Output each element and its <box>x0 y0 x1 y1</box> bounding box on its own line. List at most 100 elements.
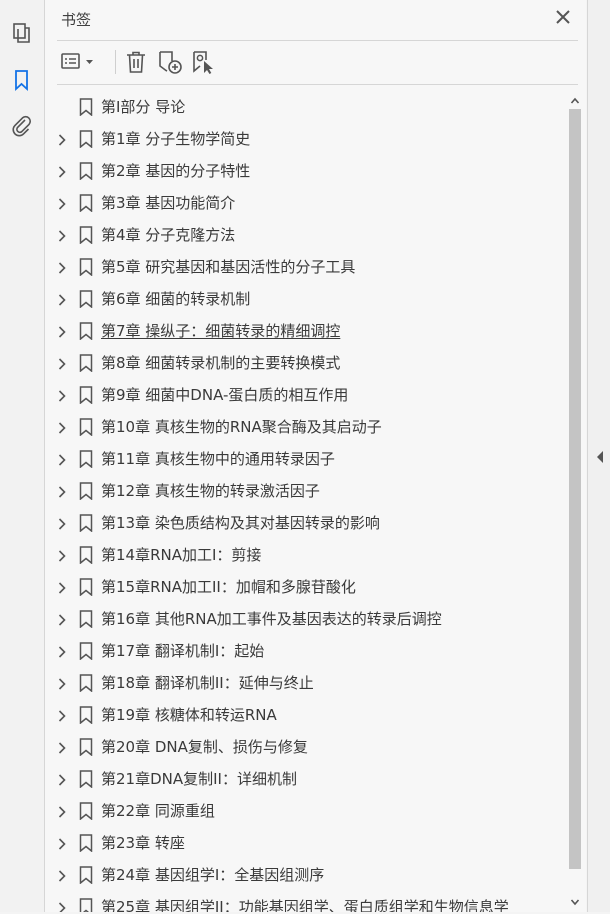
bookmark-item[interactable]: 第18章 翻译机制II：延伸与终止 <box>45 667 565 699</box>
bookmark-icon <box>78 386 94 405</box>
scroll-up-icon[interactable] <box>567 93 583 109</box>
bookmark-item[interactable]: 第23章 转座 <box>45 827 565 859</box>
chevron-right-icon[interactable] <box>55 580 69 594</box>
bookmark-icon <box>78 258 94 277</box>
delete-bookmark-icon[interactable] <box>124 50 148 74</box>
chevron-right-icon[interactable] <box>55 260 69 274</box>
bookmark-label: 第5章 研究基因和基因活性的分子工具 <box>101 258 356 276</box>
bookmark-label: 第25章 基因组学II：功能基因组学、蛋白质组学和生物信息学 <box>101 898 509 912</box>
bookmark-icon <box>78 738 94 757</box>
chevron-right-icon[interactable] <box>55 484 69 498</box>
chevron-right-icon[interactable] <box>55 228 69 242</box>
divider <box>57 40 578 41</box>
bookmarks-icon[interactable] <box>10 68 34 92</box>
bookmark-item[interactable]: 第21章DNA复制II：详细机制 <box>45 763 565 795</box>
bookmark-label: 第12章 真核生物的转录激活因子 <box>101 482 320 500</box>
bookmark-label: 第19章 核糖体和转运RNA <box>101 706 277 724</box>
bookmark-icon <box>78 482 94 501</box>
chevron-right-icon[interactable] <box>55 644 69 658</box>
bookmark-item[interactable]: 第3章 基因功能简介 <box>45 187 565 219</box>
bookmark-label: 第3章 基因功能简介 <box>101 194 236 212</box>
bookmark-item[interactable]: 第12章 真核生物的转录激活因子 <box>45 475 565 507</box>
bookmark-icon <box>78 898 94 912</box>
bookmark-item[interactable]: 第11章 真核生物中的通用转录因子 <box>45 443 565 475</box>
bookmark-item[interactable]: 第9章 细菌中DNA-蛋白质的相互作用 <box>45 379 565 411</box>
bookmark-icon <box>78 802 94 821</box>
chevron-right-icon[interactable] <box>55 548 69 562</box>
bookmarks-panel: 书签 第I部分 导论 第1章 分子生物学简史 第2章 基因的分子特性 第3章 基因功能… <box>45 0 586 912</box>
chevron-right-icon[interactable] <box>55 292 69 306</box>
bookmark-item[interactable]: 第22章 同源重组 <box>45 795 565 827</box>
bookmark-item[interactable]: 第14章RNA加工I：剪接 <box>45 539 565 571</box>
chevron-right-icon[interactable] <box>55 676 69 690</box>
chevron-right-icon[interactable] <box>55 868 69 882</box>
bookmark-item[interactable]: 第5章 研究基因和基因活性的分子工具 <box>45 251 565 283</box>
bookmark-label: 第14章RNA加工I：剪接 <box>101 546 262 564</box>
bookmark-item[interactable]: 第2章 基因的分子特性 <box>45 155 565 187</box>
bookmark-label: 第15章RNA加工II：加帽和多腺苷酸化 <box>101 578 356 596</box>
bookmark-icon <box>78 418 94 437</box>
bookmark-item[interactable]: 第1章 分子生物学简史 <box>45 123 565 155</box>
options-menu-icon[interactable] <box>61 50 95 74</box>
vertical-scrollbar[interactable] <box>567 91 583 912</box>
chevron-right-icon[interactable] <box>55 612 69 626</box>
chevron-right-icon[interactable] <box>55 388 69 402</box>
bookmark-icon <box>78 450 94 469</box>
chevron-right-icon[interactable] <box>55 772 69 786</box>
bookmark-item[interactable]: 第17章 翻译机制I：起始 <box>45 635 565 667</box>
bookmark-icon <box>78 130 94 149</box>
bookmark-icon <box>78 866 94 885</box>
bookmark-icon <box>78 642 94 661</box>
chevron-right-icon[interactable] <box>55 708 69 722</box>
bookmark-item[interactable]: 第15章RNA加工II：加帽和多腺苷酸化 <box>45 571 565 603</box>
bookmark-item[interactable]: 第25章 基因组学II：功能基因组学、蛋白质组学和生物信息学 <box>45 891 565 912</box>
bookmark-icon <box>78 354 94 373</box>
bookmark-label: 第21章DNA复制II：详细机制 <box>101 770 297 788</box>
bookmark-icon <box>78 578 94 597</box>
bookmark-item[interactable]: 第4章 分子克隆方法 <box>45 219 565 251</box>
bookmark-label: 第18章 翻译机制II：延伸与终止 <box>101 674 314 692</box>
close-icon[interactable] <box>554 8 572 26</box>
bookmark-item[interactable]: 第24章 基因组学I：全基因组测序 <box>45 859 565 891</box>
right-panel-strip <box>587 0 610 912</box>
chevron-right-icon[interactable] <box>55 164 69 178</box>
bookmark-item[interactable]: 第19章 核糖体和转运RNA <box>45 699 565 731</box>
bookmark-label: 第10章 真核生物的RNA聚合酶及其启动子 <box>101 418 382 436</box>
bookmark-icon <box>78 546 94 565</box>
bookmark-item[interactable]: 第8章 细菌转录机制的主要转换模式 <box>45 347 565 379</box>
chevron-right-icon[interactable] <box>55 196 69 210</box>
bookmark-icon <box>78 162 94 181</box>
chevron-right-icon[interactable] <box>55 452 69 466</box>
bookmark-tree: 第I部分 导论 第1章 分子生物学简史 第2章 基因的分子特性 第3章 基因功能简介第… <box>45 91 565 912</box>
bookmark-icon <box>78 674 94 693</box>
bookmark-item[interactable]: 第20章 DNA复制、损伤与修复 <box>45 731 565 763</box>
bookmark-item[interactable]: 第13章 染色质结构及其对基因转录的影响 <box>45 507 565 539</box>
bookmark-icon <box>78 514 94 533</box>
attachments-icon[interactable] <box>10 114 34 138</box>
chevron-right-icon[interactable] <box>55 132 69 146</box>
bookmark-item[interactable]: 第16章 其他RNA加工事件及基因表达的转录后调控 <box>45 603 565 635</box>
bookmark-label: 第2章 基因的分子特性 <box>101 162 251 180</box>
bookmark-item[interactable]: 第10章 真核生物的RNA聚合酶及其启动子 <box>45 411 565 443</box>
scroll-down-icon[interactable] <box>567 894 583 910</box>
chevron-right-icon[interactable] <box>55 516 69 530</box>
chevron-right-icon[interactable] <box>55 740 69 754</box>
bookmark-item[interactable]: 第6章 细菌的转录机制 <box>45 283 565 315</box>
toolbar-separator <box>115 50 116 74</box>
pages-icon[interactable] <box>10 21 34 45</box>
chevron-right-icon[interactable] <box>55 420 69 434</box>
bookmark-item[interactable]: 第7章 操纵子：细菌转录的精细调控 <box>45 315 565 347</box>
new-bookmark-icon[interactable] <box>157 50 183 74</box>
chevron-right-icon[interactable] <box>55 804 69 818</box>
chevron-right-icon[interactable] <box>55 836 69 850</box>
chevron-right-icon[interactable] <box>55 324 69 338</box>
bookmark-from-selection-icon[interactable] <box>191 50 217 74</box>
scrollbar-thumb[interactable] <box>569 109 581 869</box>
collapse-panel-icon[interactable] <box>595 449 605 463</box>
bookmark-label: 第I部分 导论 <box>101 98 186 116</box>
chevron-right-icon[interactable] <box>55 900 69 912</box>
chevron-right-icon[interactable] <box>55 356 69 370</box>
bookmark-label: 第8章 细菌转录机制的主要转换模式 <box>101 354 341 372</box>
bookmark-label: 第6章 细菌的转录机制 <box>101 290 251 308</box>
bookmark-item[interactable]: 第I部分 导论 <box>45 91 565 123</box>
